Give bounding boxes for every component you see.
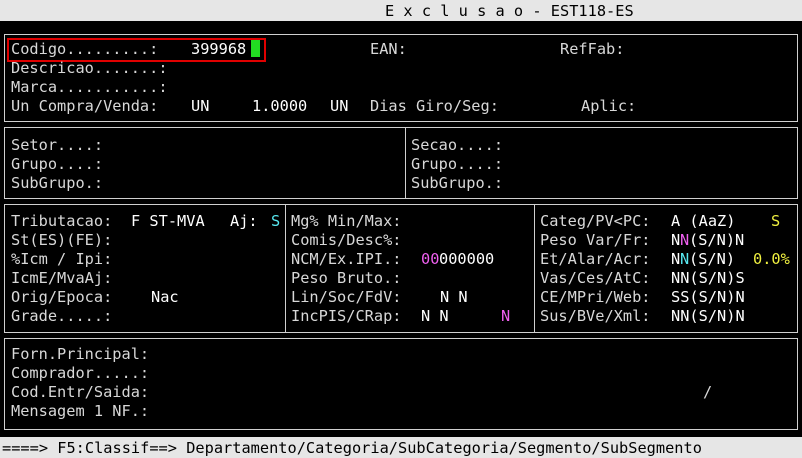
comprador-label: Comprador.....: xyxy=(11,364,150,382)
cod-entr-separator: / xyxy=(703,383,713,401)
icme-label: IcmE/MvaAj: xyxy=(11,269,113,287)
ce-value[interactable]: SS(S/N)N xyxy=(671,288,745,307)
dias-giro-label: Dias Giro/Seg: xyxy=(370,97,499,115)
et-label: Et/Alar/Acr: xyxy=(540,250,651,268)
marca-label: Marca...........: xyxy=(11,78,168,96)
forn-label: Forn.Principal: xyxy=(11,345,150,363)
et-value-b[interactable]: N xyxy=(680,250,689,269)
lin-label: Lin/Soc/FdV: xyxy=(291,288,402,306)
aj-value[interactable]: S xyxy=(271,212,280,231)
fiscal-divider-2 xyxy=(534,204,535,333)
setor-label: Setor....: xyxy=(11,136,104,154)
orig-label: Orig/Epoca: xyxy=(11,288,113,306)
ce-label: CE/MPri/Web: xyxy=(540,288,651,306)
grupo2-label: Grupo....: xyxy=(411,155,504,173)
peso-var-label: Peso Var/Fr: xyxy=(540,231,651,249)
text-cursor xyxy=(251,40,260,57)
status-bar-text: ====> F5:Classif==> Departamento/Categor… xyxy=(2,439,702,457)
vas-value[interactable]: NN(S/N)S xyxy=(671,269,745,288)
grupo-label: Grupo....: xyxy=(11,155,104,173)
mg-label: Mg% Min/Max: xyxy=(291,212,402,230)
tributacao-label: Tributacao: xyxy=(11,212,113,230)
aj-label: Aj: xyxy=(230,212,258,230)
comis-label: Comis/Desc%: xyxy=(291,231,402,249)
cod-entr-label: Cod.Entr/Saida: xyxy=(11,383,150,401)
classification-panel xyxy=(4,127,798,199)
tributacao-value[interactable]: F ST-MVA xyxy=(131,212,205,231)
title-bar: E x c l u s a o - EST118-ES xyxy=(0,0,802,21)
subgrupo-label: SubGrupo.: xyxy=(11,174,104,192)
classification-divider xyxy=(405,127,406,199)
descricao-label: Descricao.......: xyxy=(11,59,168,77)
incpis-flag[interactable]: N xyxy=(501,307,510,326)
status-bar: ====> F5:Classif==> Departamento/Categor… xyxy=(0,437,802,458)
secao-label: Secao....: xyxy=(411,136,504,154)
icm-ipi-label: %Icm / Ipi: xyxy=(11,250,113,268)
window-title: E x c l u s a o - EST118-ES xyxy=(385,2,634,20)
reffab-label: RefFab: xyxy=(560,40,625,58)
categ-value[interactable]: A (AaZ) xyxy=(671,212,735,231)
codigo-label: Codigo.........: xyxy=(11,40,159,58)
st-label: St(ES)(FE): xyxy=(11,231,113,249)
orig-value[interactable]: Nac xyxy=(151,288,179,307)
peso-var-value-a[interactable]: N xyxy=(671,231,680,250)
peso-var-value-c: (S/N)N xyxy=(689,231,745,249)
codigo-input[interactable]: 399968 xyxy=(191,40,246,59)
sus-value[interactable]: NN(S/N)N xyxy=(671,307,745,326)
peso-var-value-b[interactable]: N xyxy=(680,231,689,250)
ncm-label: NCM/Ex.IPI.: xyxy=(291,250,402,268)
peso-bruto-label: Peso Bruto.: xyxy=(291,269,402,287)
ncm-value[interactable]: 000000 xyxy=(439,250,494,269)
lin-value[interactable]: N N xyxy=(440,288,468,307)
incpis-label: IncPIS/CRap: xyxy=(291,307,402,325)
categ-label: Categ/PV<PC: xyxy=(540,212,651,230)
et-value-a[interactable]: N xyxy=(671,250,680,269)
mensagem-label: Mensagem 1 NF.: xyxy=(11,402,150,420)
ncm-value-prefix[interactable]: 00 xyxy=(421,250,439,269)
grade-label: Grade.....: xyxy=(11,307,113,325)
sus-label: Sus/BVe/Xml: xyxy=(540,307,651,325)
un-compra-value[interactable]: UN xyxy=(191,97,209,116)
categ-flag[interactable]: S xyxy=(771,212,780,231)
ean-label: EAN: xyxy=(370,40,407,58)
et-percent[interactable]: 0.0% xyxy=(753,250,790,269)
un-venda-value[interactable]: UN xyxy=(330,97,348,116)
subgrupo2-label: SubGrupo.: xyxy=(411,174,504,192)
et-value-c: (S/N) xyxy=(689,250,736,268)
incpis-value[interactable]: N N xyxy=(421,307,449,326)
fiscal-divider-1 xyxy=(285,204,286,333)
aplic-label: Aplic: xyxy=(581,97,637,115)
fator-value[interactable]: 1.0000 xyxy=(252,97,307,116)
un-compra-label: Un Compra/Venda: xyxy=(11,97,159,115)
vas-label: Vas/Ces/AtC: xyxy=(540,269,651,287)
